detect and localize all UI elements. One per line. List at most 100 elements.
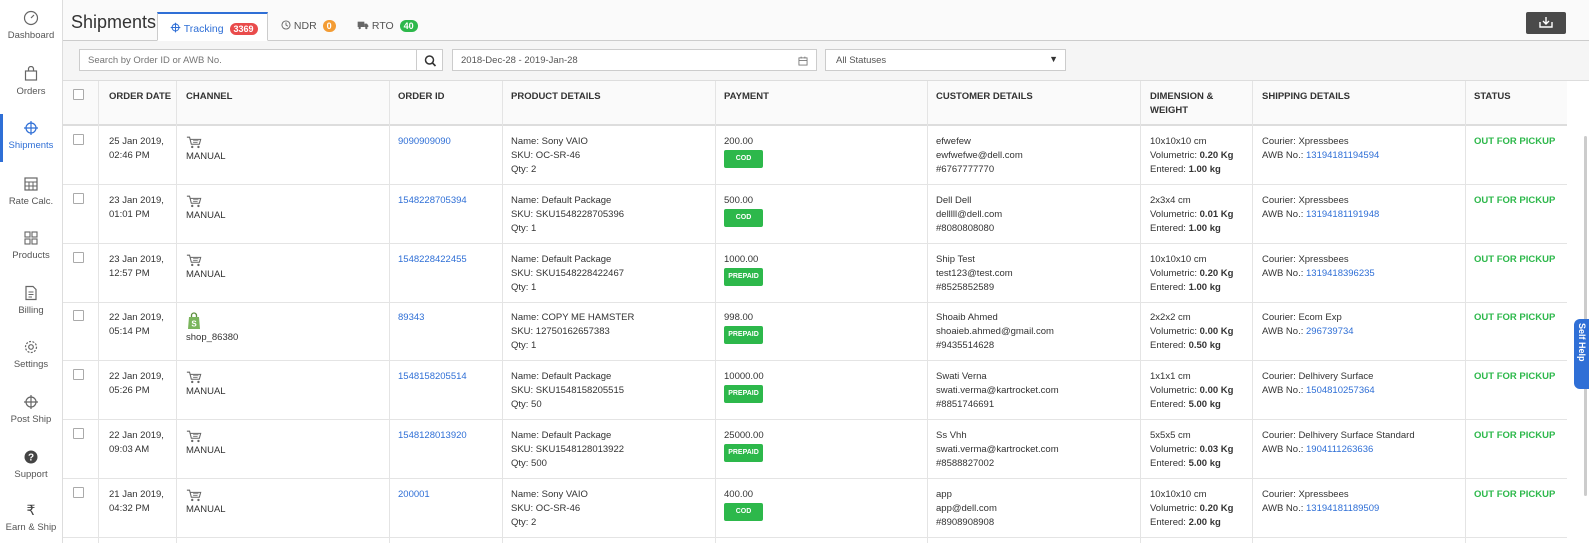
courier-name: Xpressbees: [1298, 489, 1349, 500]
product-details-cell: Name: Default Package SKU: SKU15481280139…: [511, 429, 624, 471]
awb-link[interactable]: 1504810257364: [1306, 385, 1375, 396]
courier-name: Delhivery Surface Standard: [1298, 430, 1415, 441]
order-id-link[interactable]: 1548228705394: [398, 194, 467, 208]
sidebar-item-settings[interactable]: Settings: [0, 339, 62, 394]
payment-amount: 400.00: [724, 489, 754, 500]
order-id-link[interactable]: 89343: [398, 311, 424, 325]
awb-link[interactable]: 1319418396235: [1306, 268, 1375, 279]
ndr-count-badge: 0: [322, 20, 336, 32]
row-checkbox[interactable]: [73, 193, 84, 204]
date-range-picker[interactable]: 2018-Dec-28 - 2019-Jan-28: [452, 49, 817, 71]
courier-name: Delhivery Surface: [1298, 371, 1374, 382]
customer-email: swati.verma@kartrocket.com: [936, 385, 1059, 396]
courier-name: Xpressbees: [1298, 136, 1349, 147]
search-input[interactable]: [79, 49, 417, 71]
vertical-scrollbar[interactable]: [1584, 136, 1587, 496]
entered-label: Entered:: [1150, 282, 1186, 293]
order-date: 22 Jan 2019,: [109, 371, 164, 382]
payment-cell: 25000.00 PREPAID: [724, 429, 764, 462]
row-checkbox[interactable]: [73, 252, 84, 263]
order-id-link[interactable]: 200001: [398, 488, 430, 502]
col-channel: CHANNEL: [186, 91, 233, 102]
volumetric-weight: 0.00 Kg: [1199, 385, 1234, 396]
dimensions: 5x5x5 cm: [1150, 430, 1191, 441]
awb-link[interactable]: 296739734: [1306, 326, 1354, 337]
order-id-link[interactable]: 1548228422455: [398, 253, 467, 267]
status-select[interactable]: All Statuses ▼: [825, 49, 1066, 71]
dimension-weight-cell: 10x10x10 cm Volumetric: 0.20 Kg Entered: 2…: [1150, 488, 1233, 530]
dimensions: 2x3x4 cm: [1150, 195, 1191, 206]
table-row: 23 Jan 2019, 12:57 PM MANUAL 1548228422455 N…: [63, 244, 1567, 303]
search-button[interactable]: [416, 49, 443, 71]
sidebar-item-dashboard[interactable]: Dashboard: [0, 10, 62, 65]
product-sku: SKU: SKU1548228705396: [511, 209, 625, 220]
payment-method-badge: PREPAID: [724, 385, 763, 403]
sidebar-item-support[interactable]: ? Support: [0, 449, 62, 504]
row-checkbox[interactable]: [73, 310, 84, 321]
row-checkbox[interactable]: [73, 428, 84, 439]
sidebar-item-post-ship[interactable]: Post Ship: [0, 394, 62, 449]
self-help-button[interactable]: Self Help: [1574, 319, 1589, 389]
sidebar-item-rate-calc[interactable]: Rate Calc.: [0, 176, 62, 231]
table-header: ORDER DATE CHANNEL ORDER ID PRODUCT DETA…: [63, 81, 1567, 126]
dimensions: 1x1x1 cm: [1150, 371, 1191, 382]
product-qty: Qty: 1: [511, 282, 537, 293]
svg-text:₹: ₹: [27, 503, 36, 518]
volumetric-label: Volumetric:: [1150, 385, 1197, 396]
customer-details-cell: app app@dell.com #8908908908: [936, 488, 997, 530]
order-id-link[interactable]: 1548128013920: [398, 429, 467, 443]
select-all-checkbox[interactable]: [73, 89, 84, 100]
dimensions: 10x10x10 cm: [1150, 254, 1207, 265]
shipping-details-cell: Courier: Xpressbees AWB No.: 131941839623…: [1262, 253, 1375, 281]
courier-label: Courier:: [1262, 195, 1296, 206]
search-icon: [424, 55, 437, 67]
sidebar-item-shipments[interactable]: Shipments: [0, 114, 62, 169]
sidebar-item-billing[interactable]: Billing: [0, 285, 62, 340]
courier-label: Courier:: [1262, 430, 1296, 441]
col-order-date: ORDER DATE: [109, 91, 172, 102]
sidebar-item-products[interactable]: Products: [0, 230, 62, 285]
entered-weight: 1.00 kg: [1188, 282, 1221, 293]
post-ship-icon: [24, 395, 38, 409]
awb-link[interactable]: 13194181194594: [1306, 150, 1379, 161]
payment-amount: 10000.00: [724, 371, 764, 382]
volumetric-weight: 0.20 Kg: [1199, 268, 1234, 279]
download-button[interactable]: [1526, 12, 1566, 34]
awb-link[interactable]: 1904111263636: [1306, 444, 1373, 455]
row-checkbox[interactable]: [73, 487, 84, 498]
customer-phone: #8080808080: [936, 223, 995, 234]
order-time: 02:46 PM: [109, 150, 150, 161]
order-date-cell: 22 Jan 2019, 05:26 PM: [109, 370, 164, 398]
col-customer-details: CUSTOMER DETAILS: [936, 91, 1033, 102]
payment-cell: 1000.00 PREPAID: [724, 253, 763, 286]
product-details-cell: Name: COPY ME HAMSTER SKU: 12750162657383…: [511, 311, 634, 353]
customer-email: swati.verma@kartrocket.com: [936, 444, 1059, 455]
order-id-link[interactable]: 9090909090: [398, 135, 451, 149]
volumetric-label: Volumetric:: [1150, 444, 1197, 455]
sidebar-item-earn-ship[interactable]: ₹ Earn & Ship: [0, 502, 62, 557]
crosshair-icon: [170, 22, 181, 33]
sidebar-item-orders[interactable]: Orders: [0, 66, 62, 121]
payment-cell: 10000.00 PREPAID: [724, 370, 764, 403]
sidebar-item-label: Rate Calc.: [8, 196, 54, 207]
tab-tracking[interactable]: Tracking 3369: [157, 12, 268, 41]
awb-link[interactable]: 13194181189509: [1306, 503, 1379, 514]
shipping-details-cell: Courier: Xpressbees AWB No.: 131941811945…: [1262, 135, 1379, 163]
channel-cell: Sshop_86380: [186, 312, 238, 345]
col-status: STATUS: [1474, 91, 1511, 102]
tab-ndr[interactable]: NDR 0: [281, 12, 341, 41]
orders-icon: [24, 66, 38, 81]
tab-rto[interactable]: RTO 40: [357, 12, 419, 41]
channel-name: MANUAL: [186, 269, 226, 280]
col-order-id: ORDER ID: [398, 91, 445, 102]
row-checkbox[interactable]: [73, 369, 84, 380]
awb-link[interactable]: 13194181191948: [1306, 209, 1379, 220]
row-checkbox[interactable]: [73, 134, 84, 145]
customer-name: Ss Vhh: [936, 430, 967, 441]
cart-icon: [186, 195, 226, 209]
order-id-link[interactable]: 1548158205514: [398, 370, 467, 384]
col-shipping-details: SHIPPING DETAILS: [1262, 91, 1350, 102]
payment-method-badge: PREPAID: [724, 326, 763, 344]
entered-label: Entered:: [1150, 223, 1186, 234]
dimension-weight-cell: 2x3x4 cm Volumetric: 0.01 Kg Entered: 1.00…: [1150, 194, 1233, 236]
